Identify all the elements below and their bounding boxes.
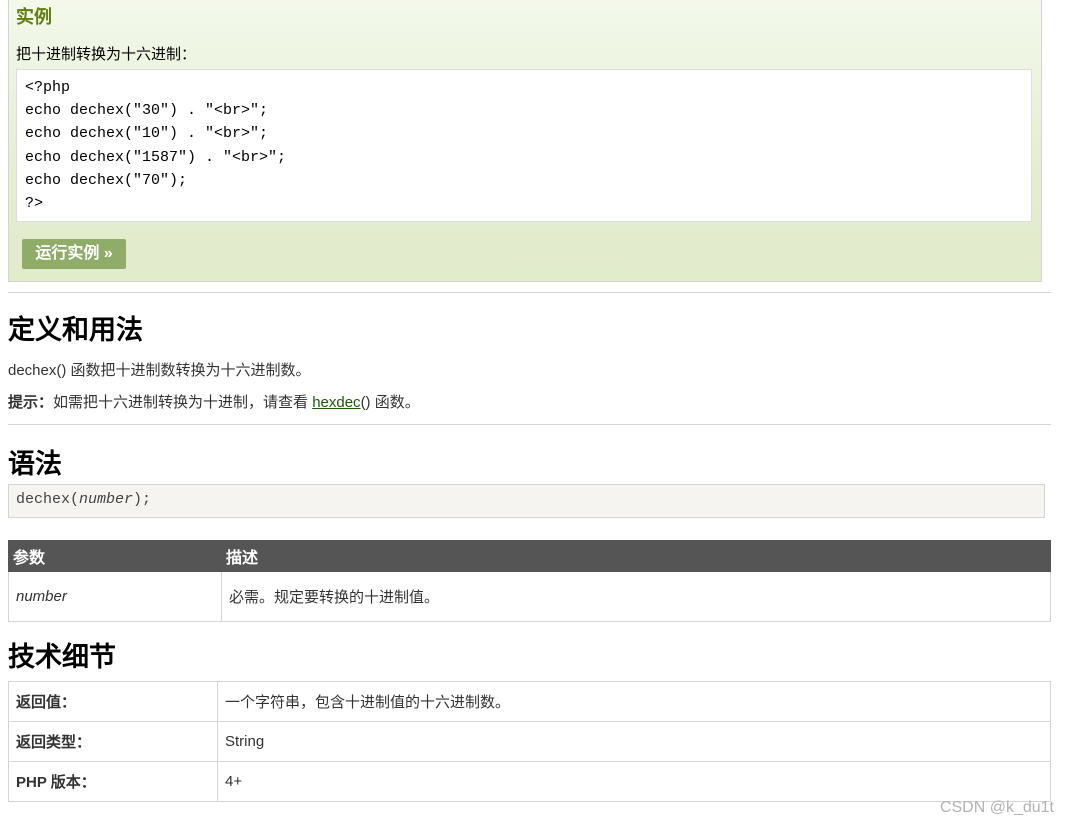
tip-paragraph: 提示：如需把十六进制转换为十进制，请查看 hexdec() 函数。 [8, 391, 420, 412]
table-header-row: 参数 描述 [8, 540, 1051, 572]
code-line: <?php [25, 79, 71, 96]
code-line: echo dechex("70"); [25, 171, 188, 189]
tip-end: 函数。 [370, 394, 420, 411]
syntax-suffix: ); [133, 491, 152, 508]
table-row: PHP 版本： 4+ [8, 761, 1051, 802]
definition-text: dechex() 函数把十进制数转换为十六进制数。 [8, 362, 311, 379]
syntax-box: dechex(number); [8, 484, 1045, 518]
tech-value-cell: 一个字符串，包含十进制值的十六进制数。 [217, 681, 1051, 722]
example-box: 实例 把十进制转换为十六进制： <?php echo dechex("30") .… [8, 0, 1042, 282]
param-desc-cell: 必需。规定要转换的十进制值。 [221, 571, 1051, 622]
table-row: number 必需。规定要转换的十进制值。 [8, 571, 1051, 622]
desc-column-header: 描述 [221, 540, 1051, 572]
tech-value-cell: String [217, 721, 1051, 762]
tech-label-cell: PHP 版本： [8, 761, 218, 802]
watermark: CSDN @k_du1t [939, 799, 1054, 816]
tech-details-table: 返回值： 一个字符串，包含十进制值的十六进制数。 返回类型： String PH… [8, 681, 1051, 802]
divider [8, 424, 1051, 425]
tip-label: 提示： [8, 394, 54, 411]
tip-text: 如需把十六进制转换为十进制，请查看 [53, 394, 313, 411]
divider [8, 292, 1051, 293]
code-line: ?> [25, 195, 44, 213]
example-title: 实例 [16, 7, 52, 27]
syntax-prefix: dechex( [16, 491, 80, 508]
run-example-button[interactable]: 运行实例 » [22, 239, 126, 269]
tech-label-cell: 返回值： [8, 681, 218, 722]
code-line: echo dechex("1587") . "<br>"; [25, 148, 287, 166]
tip-link-suffix: () [360, 394, 371, 411]
parameters-table: 参数 描述 number 必需。规定要转换的十进制值。 [8, 540, 1051, 622]
param-column-header: 参数 [8, 540, 222, 572]
hexdec-link[interactable]: hexdec [312, 394, 360, 411]
example-description: 把十进制转换为十六进制： [16, 46, 197, 63]
syntax-heading: 语法 [8, 449, 62, 479]
definition-heading: 定义和用法 [8, 315, 143, 345]
code-line: echo dechex("10") . "<br>"; [25, 125, 269, 143]
table-row: 返回类型： String [8, 721, 1051, 762]
code-block: <?php echo dechex("30") . "<br>"; echo dec… [16, 69, 1032, 222]
syntax-param: number [79, 491, 134, 508]
tech-details-heading: 技术细节 [8, 642, 116, 672]
code-line: echo dechex("30") . "<br>"; [25, 102, 269, 120]
tech-label-cell: 返回类型： [8, 721, 218, 762]
param-name-cell: number [8, 571, 222, 622]
tech-value-cell: 4+ [217, 761, 1051, 802]
table-row: 返回值： 一个字符串，包含十进制值的十六进制数。 [8, 681, 1051, 722]
